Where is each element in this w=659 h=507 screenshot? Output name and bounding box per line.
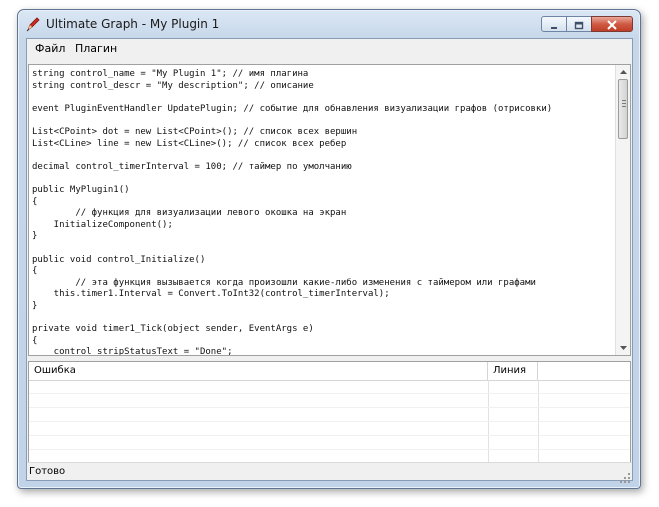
code-line[interactable]: decimal control_timerInterval = 100; // … (32, 162, 612, 174)
caption-buttons (541, 16, 633, 34)
close-button[interactable] (591, 16, 633, 32)
code-editor[interactable]: string control_name = "My Plugin 1"; // … (28, 64, 631, 356)
maximize-button[interactable] (566, 16, 592, 32)
code-line[interactable] (32, 92, 612, 104)
code-text[interactable]: string control_name = "My Plugin 1"; // … (32, 69, 612, 355)
minimize-button[interactable] (541, 16, 567, 32)
column-line[interactable]: Линия (488, 362, 538, 380)
code-line[interactable] (32, 173, 612, 185)
code-line[interactable]: string control_name = "My Plugin 1"; // … (32, 69, 612, 81)
minimize-icon (549, 15, 559, 34)
code-line[interactable]: control_stripStatusText = "Done"; (32, 347, 612, 355)
table-row (29, 436, 630, 450)
code-line[interactable]: public void control_Initialize() (32, 255, 612, 267)
code-line[interactable]: { (32, 336, 612, 348)
code-line[interactable]: // функция для визуализации левого окошк… (32, 208, 612, 220)
table-row (29, 394, 630, 408)
resize-grip-icon[interactable] (620, 468, 630, 483)
scrollbar-thumb[interactable] (618, 79, 628, 139)
error-list[interactable]: Ошибка Линия (28, 361, 631, 465)
app-window: Ultimate Graph - My Plugin 1 Файл Плагин… (17, 9, 641, 489)
menu-bar: Файл Плагин (27, 39, 632, 59)
code-line[interactable]: this.timer1.Interval = Convert.ToInt32(c… (32, 289, 612, 301)
code-line[interactable] (32, 150, 612, 162)
status-text: Готово (29, 466, 66, 477)
code-line[interactable]: } (32, 301, 612, 313)
error-list-header: Ошибка Линия (29, 362, 630, 381)
code-line[interactable]: List<CLine> line = new List<CLine>(); //… (32, 139, 612, 151)
code-line[interactable]: public MyPlugin1() (32, 185, 612, 197)
client-area: Файл Плагин string control_name = "My Pl… (26, 38, 633, 483)
code-line[interactable]: string control_descr = "My description";… (32, 81, 612, 93)
vertical-scrollbar[interactable] (615, 65, 630, 355)
title-bar[interactable]: Ultimate Graph - My Plugin 1 (18, 10, 640, 38)
code-line[interactable] (32, 312, 612, 324)
column-extra[interactable] (538, 362, 630, 380)
table-row (29, 422, 630, 436)
scroll-down-icon[interactable] (616, 341, 630, 355)
code-line[interactable]: { (32, 266, 612, 278)
table-row (29, 380, 630, 394)
code-line[interactable]: event PluginEventHandler UpdatePlugin; /… (32, 104, 612, 116)
column-error[interactable]: Ошибка (29, 362, 488, 380)
maximize-icon (574, 15, 584, 34)
menu-plugin[interactable]: Плагин (70, 42, 122, 55)
code-line[interactable]: // эта функция вызывается когда произошл… (32, 278, 612, 290)
pencil-icon (25, 16, 41, 32)
scroll-up-icon[interactable] (616, 65, 630, 79)
code-line[interactable]: { (32, 197, 612, 209)
code-line[interactable]: InitializeComponent(); (32, 220, 612, 232)
code-line[interactable] (32, 115, 612, 127)
table-row (29, 408, 630, 422)
code-line[interactable]: List<CPoint> dot = new List<CPoint>(); /… (32, 127, 612, 139)
menu-file[interactable]: Файл (30, 42, 70, 55)
code-line[interactable]: private void timer1_Tick(object sender, … (32, 324, 612, 336)
code-line[interactable]: } (32, 231, 612, 243)
code-line[interactable] (32, 243, 612, 255)
window-title: Ultimate Graph - My Plugin 1 (46, 17, 220, 31)
status-bar: Готово (27, 462, 632, 483)
close-icon (606, 15, 618, 34)
